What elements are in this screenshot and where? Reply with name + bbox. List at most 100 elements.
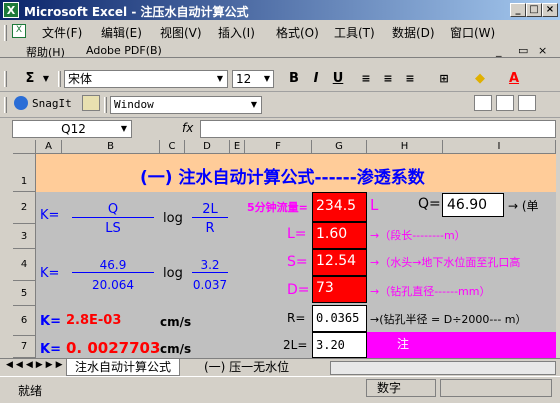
italic-button[interactable]: I	[306, 69, 326, 89]
underline-button[interactable]: U	[328, 69, 348, 89]
tab-active-sheet[interactable]: 注水自动计算公式	[66, 359, 181, 376]
toolbar-grip[interactable]	[4, 71, 7, 87]
menu-file[interactable]: 文件(F)	[42, 24, 82, 41]
align-right-icon[interactable]: ≡	[400, 69, 420, 89]
menu-data[interactable]: 数据(D)	[392, 24, 435, 41]
log-label-1: log	[163, 211, 183, 226]
fx-icon[interactable]: fx	[182, 121, 193, 135]
font-name-select[interactable]: 宋体	[64, 70, 228, 88]
minimize-button[interactable]: _	[510, 3, 526, 17]
align-center-icon[interactable]: ≡	[378, 69, 398, 89]
doc-min-button[interactable]: _	[496, 44, 502, 57]
l-marker: L	[370, 196, 379, 214]
log-label-2: log	[163, 266, 183, 281]
toolbar-grip-4[interactable]	[104, 97, 107, 113]
menu-help[interactable]: 帮助(H)	[26, 44, 65, 60]
q-value-cell[interactable]: 46.90	[442, 193, 504, 217]
tab-nav-arrows[interactable]: ◀◀◀▶▶▶	[6, 360, 66, 370]
vertical-scrollbar[interactable]	[556, 140, 560, 358]
log-denominator-value: 0.037	[192, 278, 228, 292]
font-dropdown-icon[interactable]: ▼	[214, 71, 226, 87]
fill-color-icon[interactable]: ◆	[470, 69, 490, 89]
toolbar-grip-2[interactable]	[58, 71, 61, 87]
pdf-icon-2[interactable]	[496, 95, 514, 111]
workbook-icon[interactable]: X	[12, 24, 26, 38]
close-button[interactable]: ×	[542, 3, 558, 17]
name-box-dropdown[interactable]: ▼	[118, 121, 130, 137]
menu-format[interactable]: 格式(O)	[276, 24, 319, 41]
pdf-icon-3[interactable]	[518, 95, 536, 111]
row-header-2[interactable]: 2	[13, 192, 36, 224]
k-result-decimal[interactable]: 0. 0027703	[66, 339, 160, 357]
status-bar: 就绪 数字	[0, 376, 560, 403]
borders-icon[interactable]: ⊞	[434, 69, 454, 89]
horizontal-scrollbar[interactable]	[330, 361, 556, 375]
note-cell[interactable]: 注	[367, 332, 556, 358]
row-header-3[interactable]: 3	[13, 224, 36, 249]
q-label: Q=	[418, 196, 441, 212]
k-label-1: K=	[40, 208, 60, 223]
menu-view[interactable]: 视图(V)	[160, 24, 202, 41]
col-header-h[interactable]: H	[367, 140, 443, 154]
l-note: →（段长--------m）	[370, 229, 466, 242]
window-dropdown-icon[interactable]: ▼	[248, 97, 260, 113]
two-l-value-cell[interactable]: 3.20	[312, 332, 367, 358]
col-header-e[interactable]: E	[230, 140, 245, 154]
autosum-dropdown[interactable]: ▼	[40, 71, 52, 87]
snagit-capture-icon[interactable]	[82, 95, 100, 111]
menu-tools[interactable]: 工具(T)	[334, 24, 375, 41]
d-input[interactable]: 73	[312, 276, 367, 303]
row-header-5[interactable]: 5	[13, 281, 36, 306]
flow-input[interactable]: 234.5	[312, 192, 367, 222]
snagit-icon[interactable]	[14, 96, 28, 110]
k-label-3: K=	[40, 314, 61, 329]
snagit-button[interactable]: SnagIt	[32, 97, 72, 110]
num-value: 46.9	[72, 258, 154, 273]
col-header-g[interactable]: G	[312, 140, 367, 154]
k-result-sci[interactable]: 2.8E-03	[66, 313, 121, 328]
select-all-corner[interactable]	[13, 140, 36, 154]
col-header-i[interactable]: I	[443, 140, 556, 154]
toolbar-grip-3[interactable]	[4, 97, 7, 113]
menu-grip[interactable]	[4, 25, 7, 41]
row-header-6[interactable]: 6	[13, 306, 36, 336]
menu-window[interactable]: 窗口(W)	[450, 24, 495, 41]
name-box[interactable]: Q12	[12, 120, 132, 138]
s-input[interactable]: 12.54	[312, 249, 367, 276]
maximize-button[interactable]: □	[526, 3, 542, 17]
excel-app-icon[interactable]: X	[3, 2, 19, 18]
r-label: R=	[287, 311, 306, 325]
col-header-b[interactable]: B	[62, 140, 160, 154]
font-color-icon[interactable]: A	[504, 69, 524, 89]
autosum-button[interactable]: Σ	[20, 69, 40, 89]
menu-insert[interactable]: 插入(I)	[218, 24, 255, 41]
l-input[interactable]: 1.60	[312, 222, 367, 249]
k-label-2: K=	[40, 266, 60, 281]
col-header-a[interactable]: A	[36, 140, 62, 154]
d-note: →（钻孔直径------mm）	[370, 285, 491, 298]
col-header-c[interactable]: C	[160, 140, 185, 154]
row-header-1[interactable]: 1	[13, 154, 36, 192]
menu-adobe-pdf[interactable]: Adobe PDF(B)	[86, 44, 162, 57]
doc-restore-button[interactable]: ▭	[518, 44, 528, 57]
formula-bar: Q12 ▼ fx	[0, 118, 560, 140]
k-label-4: K=	[40, 342, 61, 357]
pdf-icon-1[interactable]	[474, 95, 492, 111]
snagit-toolbar: SnagIt Window ▼	[0, 92, 560, 118]
doc-close-button[interactable]: ×	[538, 44, 547, 57]
col-header-f[interactable]: F	[245, 140, 312, 154]
den-value: 20.064	[92, 278, 134, 292]
status-panel	[440, 379, 552, 397]
row-header-4[interactable]: 4	[13, 249, 36, 281]
row-header-7[interactable]: 7	[13, 336, 36, 358]
col-header-d[interactable]: D	[185, 140, 230, 154]
align-left-icon[interactable]: ≡	[356, 69, 376, 89]
tab-sheet-2[interactable]: (一) 压一无水位	[196, 359, 297, 376]
formula-input[interactable]	[200, 120, 556, 138]
bold-button[interactable]: B	[284, 69, 304, 89]
title-bar: X Microsoft Excel - 注压水自动计算公式 _ □ ×	[0, 0, 560, 20]
r-value-cell[interactable]: 0.0365	[312, 305, 367, 332]
size-dropdown-icon[interactable]: ▼	[261, 71, 273, 87]
window-select[interactable]: Window	[110, 96, 262, 114]
menu-edit[interactable]: 编辑(E)	[101, 24, 142, 41]
